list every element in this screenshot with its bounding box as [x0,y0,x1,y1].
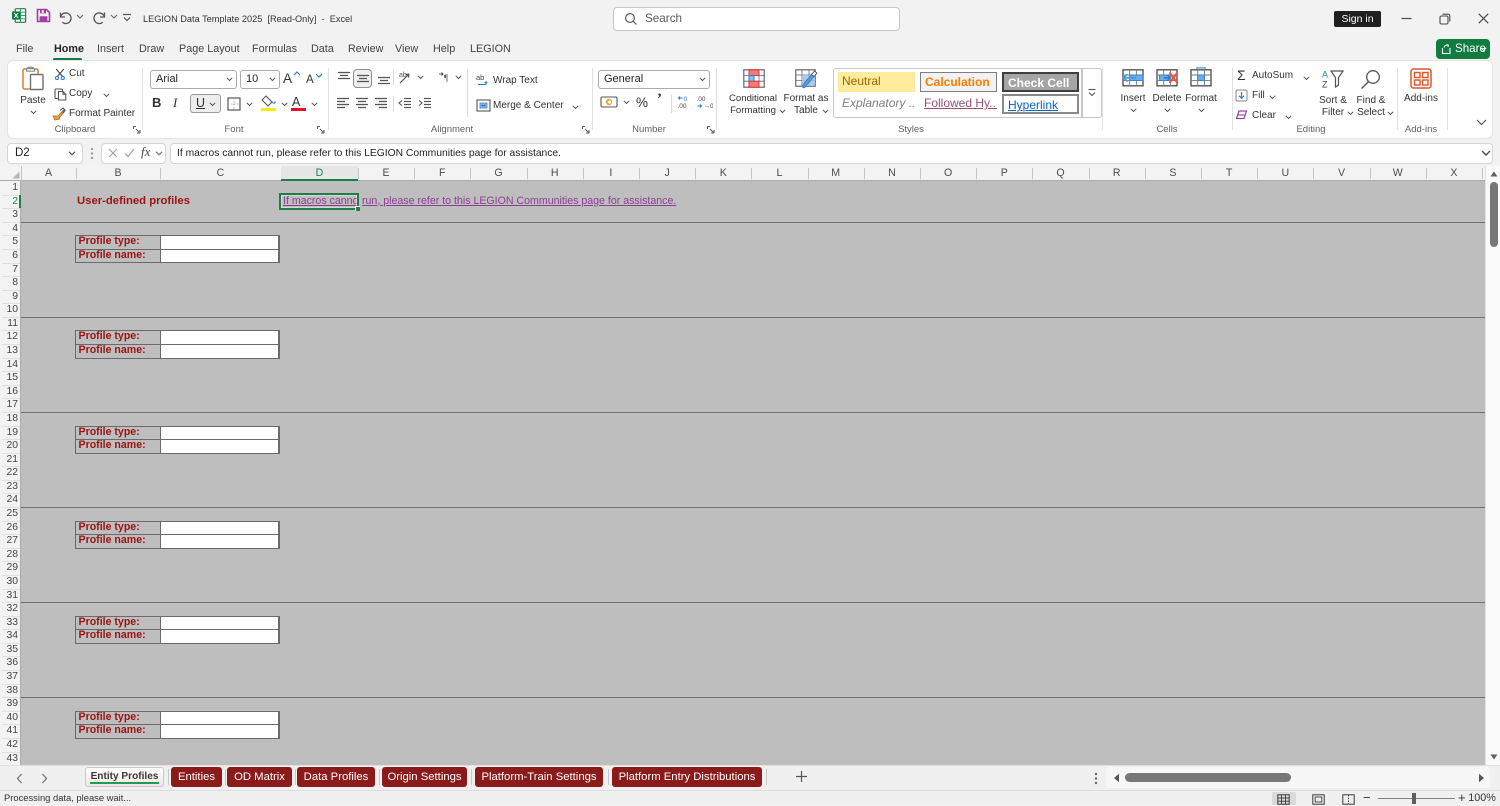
svg-text:¶: ¶ [444,73,448,83]
svg-text:.00: .00 [678,103,687,109]
svg-text:ab: ab [399,72,407,79]
svg-text:Z: Z [1322,80,1328,90]
svg-text:ab: ab [476,73,484,82]
svg-text:0: 0 [684,96,688,103]
svg-text:A: A [1322,70,1328,80]
svg-text:.00: .00 [697,96,706,103]
